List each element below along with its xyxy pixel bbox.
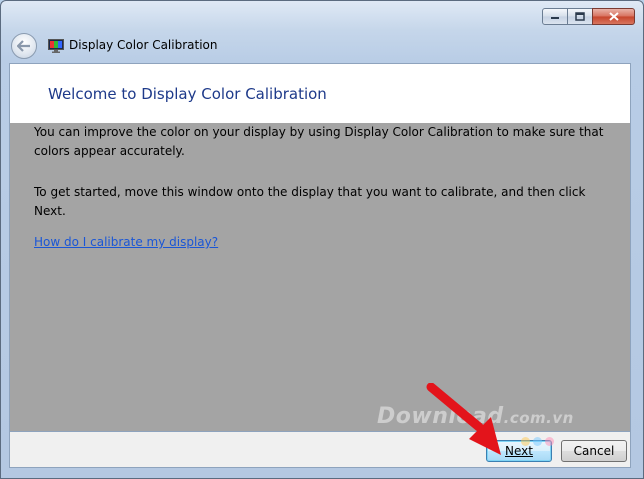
content-header: Welcome to Display Color Calibration <box>10 64 630 123</box>
back-button[interactable] <box>11 33 37 59</box>
display-icon <box>48 39 64 53</box>
minimize-icon <box>551 16 559 19</box>
cancel-label: Cancel <box>573 444 615 458</box>
pointer-arrow-icon <box>426 383 501 455</box>
minimize-button[interactable] <box>542 8 568 25</box>
window-title: Display Color Calibration <box>69 38 218 52</box>
instructions-paragraph: To get started, move this window onto th… <box>34 185 586 218</box>
content-pane: Welcome to Display Color Calibration You… <box>9 63 631 432</box>
title-bar[interactable] <box>1 1 643 29</box>
cancel-button[interactable]: Cancel <box>561 440 627 462</box>
close-button[interactable] <box>592 8 635 25</box>
page-heading: Welcome to Display Color Calibration <box>48 85 327 103</box>
close-icon <box>608 12 619 21</box>
maximize-icon <box>575 12 585 21</box>
help-link[interactable]: How do I calibrate my display? <box>34 235 218 249</box>
watermark-dots <box>521 437 554 446</box>
calibration-window: Display Color Calibration Welcome to Dis… <box>0 0 644 479</box>
intro-paragraph: You can improve the color on your displa… <box>34 125 604 158</box>
maximize-button[interactable] <box>568 8 592 25</box>
back-arrow-icon <box>17 40 30 52</box>
window-controls <box>542 8 635 25</box>
navigation-row: Display Color Calibration <box>9 31 635 61</box>
